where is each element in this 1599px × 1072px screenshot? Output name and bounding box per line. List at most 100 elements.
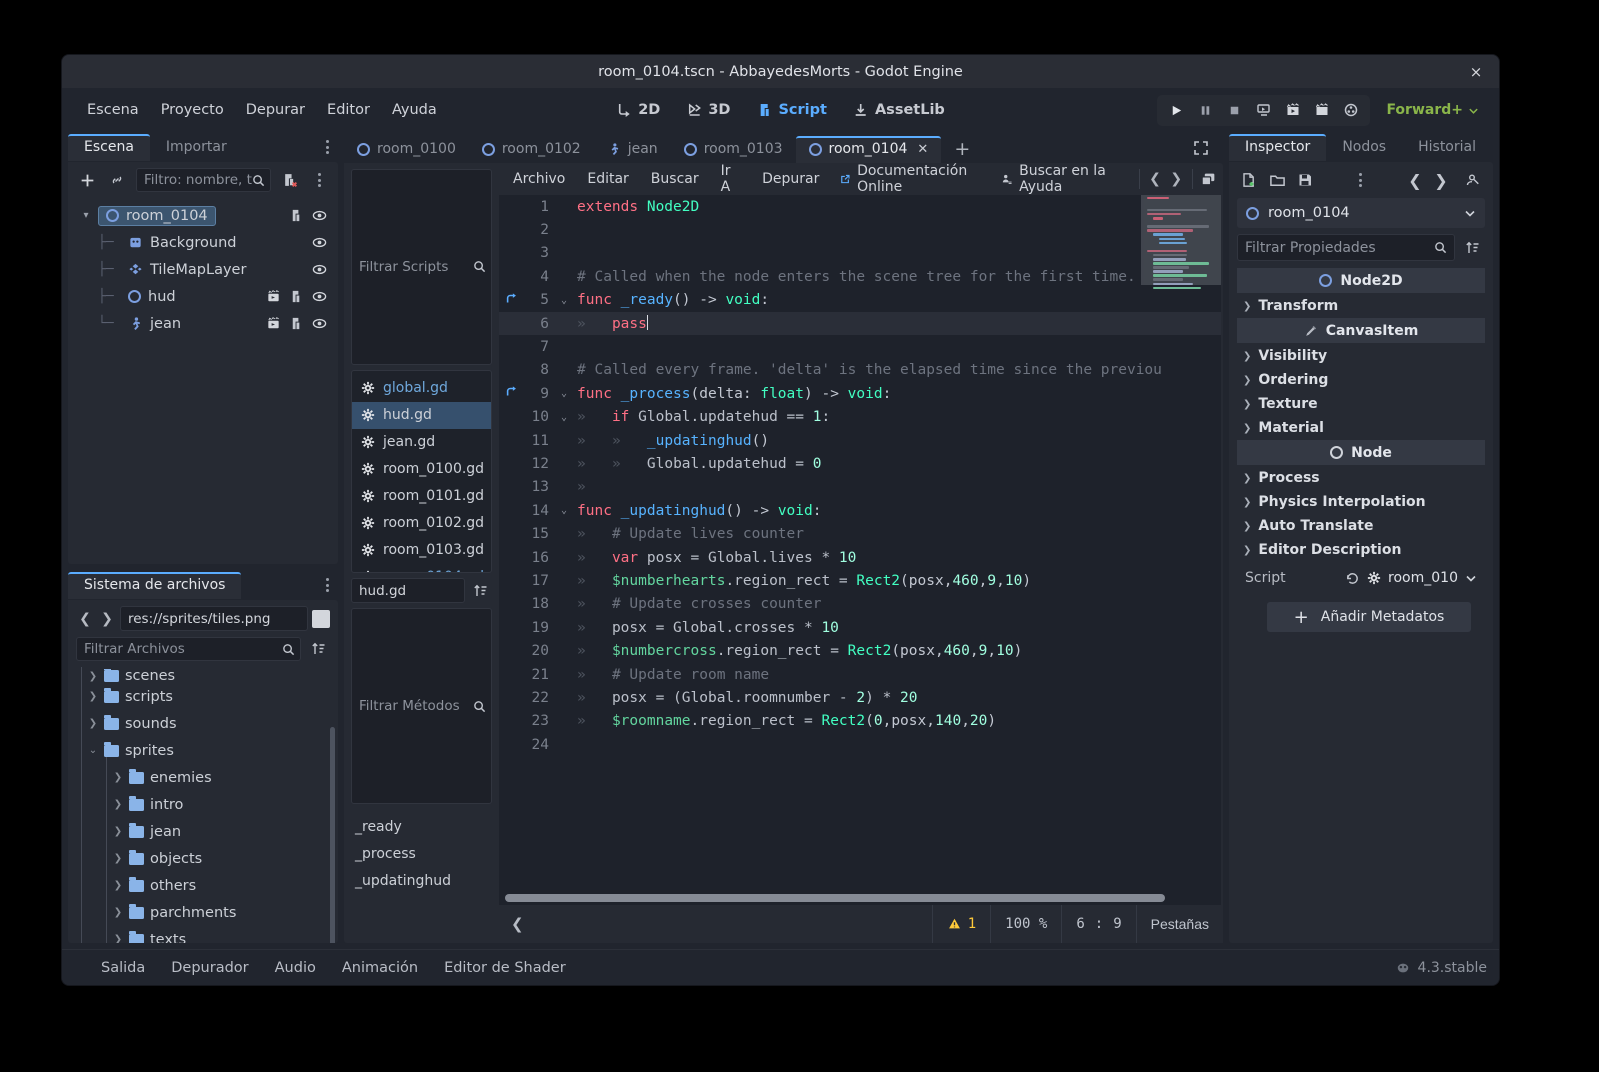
visibility-eye-icon[interactable] [311, 234, 328, 251]
layout-icon[interactable] [1200, 168, 1217, 190]
script-tab-room_0104[interactable]: room_0104 ✕ [795, 136, 942, 163]
open-resource-icon[interactable] [1265, 168, 1289, 192]
fs-row-parchments[interactable]: ❯ parchments [68, 899, 338, 926]
chevron-right-icon[interactable]: ❯ [113, 853, 123, 864]
script-menu-editar[interactable]: Editar [577, 167, 638, 191]
chevron-right-icon[interactable]: ❯ [113, 934, 123, 943]
fs-row-objects[interactable]: ❯ objects [68, 845, 338, 872]
method-item-process[interactable]: _process [351, 840, 492, 867]
visibility-eye-icon[interactable] [311, 261, 328, 278]
script-icon[interactable] [288, 315, 305, 332]
code-lines[interactable]: 1 extends Node2D 2 3 4 # Called when the n… [499, 195, 1221, 891]
fs-row-texts[interactable]: ❯ texts [68, 926, 338, 943]
script-menu-ir-a[interactable]: Ir A [711, 159, 751, 199]
property-process[interactable]: ❯ Process [1237, 466, 1485, 490]
scripts-filter-input[interactable]: Filtrar Scripts [351, 169, 492, 365]
property-editor-description[interactable]: ❯ Editor Description [1237, 538, 1485, 562]
filesystem-scrollbar[interactable] [330, 727, 335, 943]
breakpoint-gutter[interactable] [499, 385, 525, 402]
script-tab-room_0100[interactable]: room_0100 [344, 136, 469, 163]
chevron-right-icon[interactable]: ❯ [113, 826, 123, 837]
visibility-eye-icon[interactable] [311, 288, 328, 305]
scene-node-hud[interactable]: ├─ hud [72, 283, 336, 310]
nav-back-icon[interactable]: ❮ [76, 609, 94, 629]
online-docs-button[interactable]: Documentación Online [831, 159, 989, 199]
warnings-indicator[interactable]: 1 [931, 905, 990, 943]
property-physics-interpolation[interactable]: ❯ Physics Interpolation [1237, 490, 1485, 514]
menu-proyecto[interactable]: Proyecto [150, 97, 235, 123]
film-reel-button[interactable] [1337, 98, 1364, 123]
tab-historial[interactable]: Historial [1402, 134, 1492, 161]
zoom-indicator[interactable]: 100 % [990, 905, 1061, 943]
add-node-icon[interactable] [76, 169, 98, 191]
method-item-ready[interactable]: _ready [351, 813, 492, 840]
chevron-right-icon[interactable]: ❯ [113, 880, 123, 891]
chevron-right-icon[interactable]: ❯ [88, 691, 98, 702]
visibility-eye-icon[interactable] [311, 315, 328, 332]
stop-button[interactable] [1221, 98, 1248, 123]
help-search-button[interactable]: Buscar en la Ayuda [993, 159, 1131, 199]
bottom-tab-editor-de-shader[interactable]: Editor de Shader [433, 955, 577, 981]
inspector-dock-menu-icon[interactable] [1492, 140, 1499, 154]
filesystem-dock-menu-icon[interactable] [317, 578, 338, 592]
script-icon[interactable] [288, 207, 305, 224]
menu-ayuda[interactable]: Ayuda [381, 97, 448, 123]
scene-filter-input[interactable]: Filtro: nombre, t [136, 168, 271, 192]
movie-maker-button[interactable] [1308, 98, 1335, 123]
play-custom-scene-button[interactable] [1279, 98, 1306, 123]
property-transform[interactable]: ❯ Transform [1237, 294, 1485, 318]
tab-inspector[interactable]: Inspector [1229, 133, 1327, 161]
pause-button[interactable] [1192, 98, 1219, 123]
script-menu-archivo[interactable]: Archivo [503, 167, 575, 191]
sort-files-icon[interactable] [308, 638, 330, 660]
fold-gutter[interactable]: ⌄ [557, 505, 571, 516]
animation-icon[interactable] [265, 288, 282, 305]
script-tab-jean[interactable]: jean [594, 136, 671, 163]
indentation-mode[interactable]: Pestañas [1135, 905, 1223, 943]
property-filter-input[interactable]: Filtrar Propiedades [1237, 234, 1455, 261]
script-item-room_0100[interactable]: room_0100.gd [352, 456, 491, 483]
renderer-selector[interactable]: Forward+ [1380, 98, 1485, 122]
history-back-icon[interactable]: ❮ [1146, 168, 1163, 190]
fs-row-jean[interactable]: ❯ jean [68, 818, 338, 845]
tab-sistema-de-archivos[interactable]: Sistema de archivos [68, 571, 242, 599]
property-material[interactable]: ❯ Material [1237, 416, 1485, 440]
close-icon[interactable]: × [1465, 61, 1487, 83]
code-editor[interactable]: 1 extends Node2D 2 3 4 # Called when the n… [499, 195, 1221, 905]
fullscreen-icon[interactable] [1179, 140, 1223, 163]
script-item-hud[interactable]: hud.gd [352, 401, 491, 429]
methods-filter-input[interactable]: Filtrar Métodos [351, 608, 492, 805]
bottom-tab-depurador[interactable]: Depurador [160, 955, 259, 981]
expand-caret-icon[interactable]: ▾ [80, 210, 92, 221]
scene-node-TileMapLayer[interactable]: ├─ TileMapLayer [72, 256, 336, 283]
scene-node-Background[interactable]: ├─ Background [72, 229, 336, 256]
scene-node-jean[interactable]: └─ jean [72, 310, 336, 337]
history-back-icon[interactable]: ❮ [1403, 168, 1427, 192]
horizontal-scroll-track[interactable] [499, 891, 1221, 905]
instance-scene-icon[interactable] [106, 169, 128, 191]
menu-editor[interactable]: Editor [316, 97, 381, 123]
property-auto-translate[interactable]: ❯ Auto Translate [1237, 514, 1485, 538]
sort-methods-icon[interactable] [470, 580, 492, 602]
save-resource-icon[interactable] [1293, 168, 1317, 192]
chevron-right-icon[interactable]: ❯ [88, 718, 98, 729]
tab-escena[interactable]: Escena [68, 133, 150, 161]
script-menu-depurar[interactable]: Depurar [752, 167, 829, 191]
chevron-right-icon[interactable]: ❯ [113, 799, 123, 810]
nav-forward-icon[interactable]: ❯ [98, 609, 116, 629]
fs-row-others[interactable]: ❯ others [68, 872, 338, 899]
chevron-right-icon[interactable]: ❯ [113, 907, 123, 918]
fs-row-scenes[interactable]: ❯ scenes [68, 669, 338, 683]
open-in-editor-icon[interactable] [1461, 168, 1485, 192]
new-tab-button[interactable]: + [941, 138, 983, 163]
chevron-right-icon[interactable]: ❯ [88, 671, 98, 682]
menu-escena[interactable]: Escena [76, 97, 150, 123]
close-tab-icon[interactable]: ✕ [917, 142, 928, 157]
bottom-tab-audio[interactable]: Audio [264, 955, 327, 981]
bottom-tab-salida[interactable]: Salida [90, 955, 156, 981]
status-collapse-icon[interactable]: ❮ [497, 915, 538, 933]
animation-icon[interactable] [265, 315, 282, 332]
tab-nodos[interactable]: Nodos [1326, 134, 1402, 161]
property-visibility[interactable]: ❯ Visibility [1237, 344, 1485, 368]
menu-depurar[interactable]: Depurar [235, 97, 316, 123]
